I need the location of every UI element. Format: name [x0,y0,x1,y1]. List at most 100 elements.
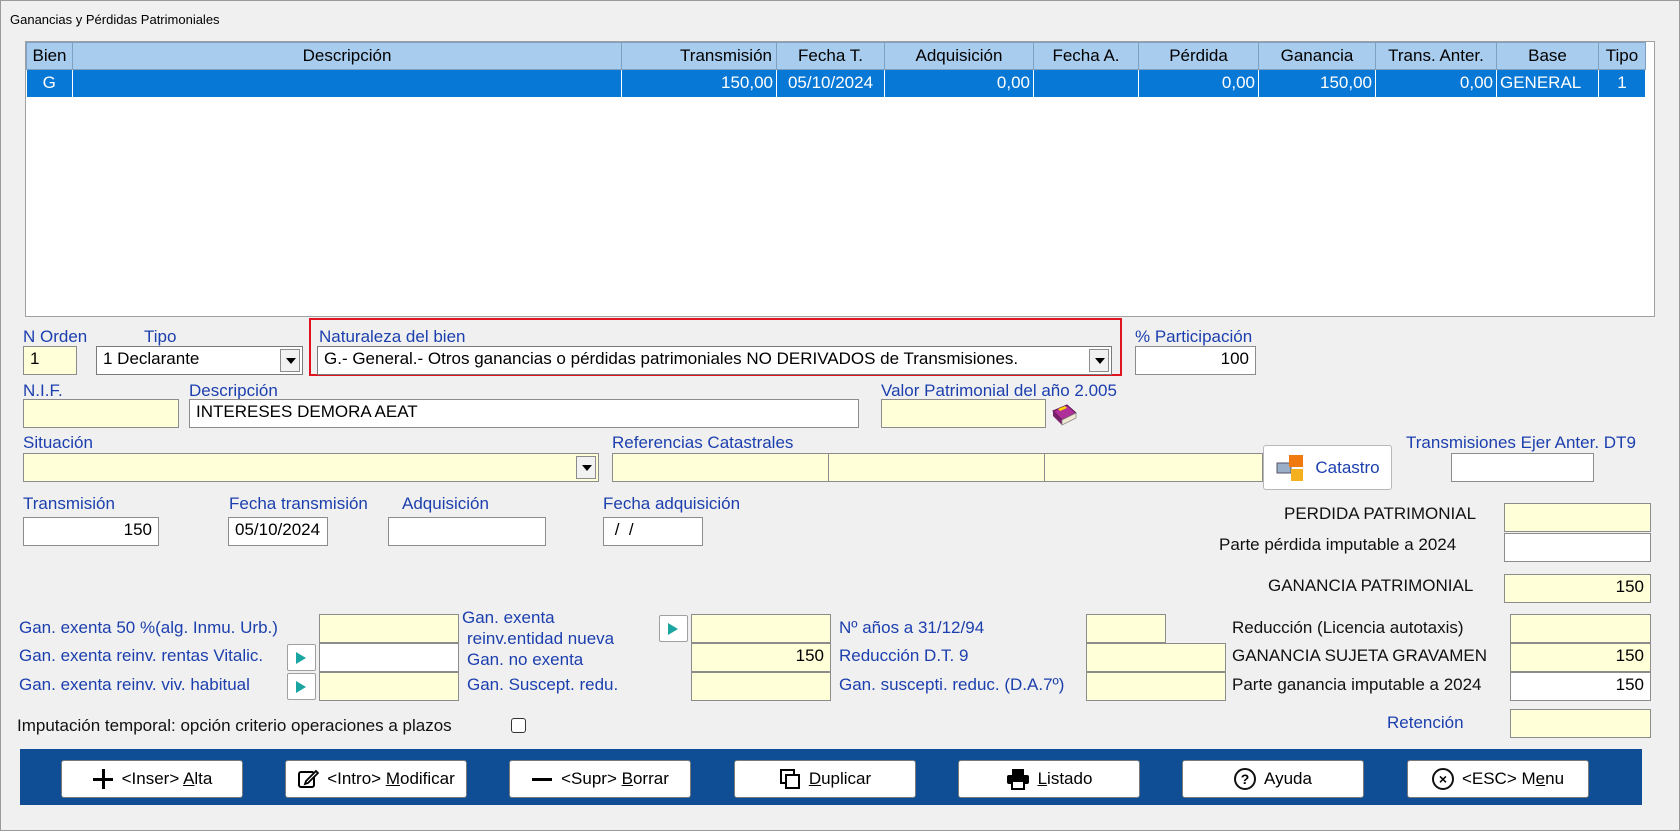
tipo-label: Tipo [144,327,177,346]
col-transmision[interactable]: Transmisión [621,42,777,70]
gan-exenta-viv-label: Gan. exenta reinv. viv. habitual [19,675,250,694]
gan-suscepti-da7-field[interactable] [1086,672,1226,701]
table-row[interactable]: G 150,00 05/10/2024 0,00 0,00 150,00 0,0… [26,69,1646,97]
col-ganancia[interactable]: Ganancia [1258,42,1376,70]
imputacion-checkbox[interactable] [511,718,526,733]
gan-exenta-50-field[interactable] [319,614,459,643]
trans-ejer-field[interactable] [1451,453,1594,482]
gan-exenta-vitalic-field[interactable] [319,643,459,672]
cell-bien: G [26,69,73,97]
menu-button[interactable]: × <ESC> Menu [1407,760,1589,798]
descripcion-label: Descripción [189,381,278,400]
trans-ejer-label: Transmisiones Ejer Anter. DT9 [1406,433,1636,452]
col-descripcion[interactable]: Descripción [72,42,622,70]
window-title: Ganancias y Pérdidas Patrimoniales [10,12,220,27]
gan-suscept-field[interactable] [691,672,831,701]
anos-9412-field[interactable] [1086,614,1166,643]
chevron-down-icon[interactable] [576,456,596,479]
listado-button[interactable]: Listado [958,760,1140,798]
fecha-transmision-label: Fecha transmisión [229,494,368,513]
reduccion-dt9-field[interactable] [1086,643,1226,672]
gan-suscept-label: Gan. Suscept. redu. [467,675,619,694]
n-orden-field[interactable]: 1 [23,346,77,375]
chevron-down-icon[interactable] [280,349,300,372]
naturaleza-select[interactable]: G.- General.- Otros ganancias o pérdidas… [317,346,1112,375]
reduccion-licencia-field[interactable] [1510,614,1651,643]
col-tipo[interactable]: Tipo [1598,42,1646,70]
imputacion-label: Imputación temporal: opción criterio ope… [17,716,452,735]
ref-catastral-1[interactable] [612,453,830,482]
duplicar-button[interactable]: Duplicar [734,760,916,798]
modificar-label: <Intro> Modificar [327,769,455,788]
catastro-label: Catastro [1315,457,1380,477]
close-icon: × [1431,768,1454,790]
grid-header: Bien Descripción Transmisión Fecha T. Ad… [26,42,1646,70]
catastro-icon [1276,454,1304,481]
parte-ganancia-field[interactable]: 150 [1510,672,1651,701]
ayuda-label: Ayuda [1264,769,1312,788]
cell-perdida: 0,00 [1138,69,1259,97]
col-fecha-a[interactable]: Fecha A. [1033,42,1139,70]
printer-icon [1006,769,1029,790]
col-trans-anter[interactable]: Trans. Anter. [1375,42,1497,70]
gan-no-exenta-field[interactable]: 150 [691,643,831,672]
minus-icon [531,768,553,790]
ref-catastral-3[interactable] [1044,453,1263,482]
grid-table: Bien Descripción Transmisión Fecha T. Ad… [26,42,1646,97]
reduccion-licencia-label: Reducción (Licencia autotaxis) [1232,618,1464,637]
col-base[interactable]: Base [1496,42,1599,70]
nif-label: N.I.F. [23,381,63,400]
situacion-select[interactable] [23,453,599,482]
descripcion-field[interactable]: INTERESES DEMORA AEAT [189,399,859,428]
edit-icon [298,769,320,788]
alta-button[interactable]: <Inser> Alta [61,760,243,798]
gan-suscepti-da7-label: Gan. suscepti. reduc. (D.A.7º) [839,675,1065,694]
tipo-select[interactable]: 1 Declarante [96,346,303,375]
nif-field[interactable] [23,399,179,428]
col-perdida[interactable]: Pérdida [1138,42,1259,70]
cell-base: GENERAL [1496,69,1599,97]
ayuda-button[interactable]: ? Ayuda [1182,760,1364,798]
arrow-right-icon[interactable] [659,615,688,642]
gan-no-exenta-label: Gan. no exenta [467,650,584,669]
gan-exenta-entidad-field[interactable] [691,614,831,643]
gains-grid[interactable]: Bien Descripción Transmisión Fecha T. Ad… [25,41,1655,317]
arrow-right-icon[interactable] [287,673,316,700]
tipo-value: 1 Declarante [103,349,200,368]
action-toolbar: <Inser> Alta <Intro> Modificar <Supr> Bo… [20,749,1642,805]
cell-transmision: 150,00 [621,69,777,97]
gan-exenta-vitalic-label: Gan. exenta reinv. rentas Vitalic. [19,646,264,665]
ganancia-patrimonial-field[interactable]: 150 [1504,574,1651,603]
cell-fecha-a [1033,69,1139,97]
perdida-patrimonial-field[interactable] [1504,503,1651,532]
gan-exenta-50-label: Gan. exenta 50 %(alg. Inmu. Urb.) [19,618,278,637]
valor-patrimonial-field[interactable] [881,399,1046,428]
gan-exenta-viv-field[interactable] [319,672,459,701]
naturaleza-label: Naturaleza del bien [319,327,466,346]
valor-patrimonial-label: Valor Patrimonial del año 2.005 [881,381,1117,400]
participacion-label: % Participación [1135,327,1253,346]
modificar-button[interactable]: <Intro> Modificar [285,760,467,798]
participacion-field[interactable]: 100 [1135,346,1256,375]
col-adquisicion[interactable]: Adquisición [884,42,1034,70]
catastro-button[interactable]: Catastro [1263,445,1392,490]
transmision-field[interactable]: 150 [23,517,159,546]
adquisicion-label: Adquisición [402,494,489,513]
fecha-adquisicion-field[interactable]: / / [603,517,703,546]
retencion-field[interactable] [1510,709,1651,738]
chevron-down-icon[interactable] [1089,349,1109,372]
fecha-transmision-field[interactable]: 05/10/2024 [228,517,328,546]
col-fecha-t[interactable]: Fecha T. [776,42,885,70]
adquisicion-field[interactable] [388,517,546,546]
parte-perdida-field[interactable] [1504,533,1651,562]
ganancia-sujeta-field[interactable]: 150 [1510,643,1651,672]
borrar-button[interactable]: <Supr> Borrar [509,760,691,798]
ref-catastral-2[interactable] [828,453,1046,482]
cell-fecha-t: 05/10/2024 [776,69,885,97]
book-icon[interactable] [1049,401,1079,428]
retencion-label: Retención [1387,713,1464,732]
col-bien[interactable]: Bien [26,42,73,70]
anos-9412-label: Nº años a 31/12/94 [839,618,985,637]
parte-perdida-label: Parte pérdida imputable a 2024 [1219,535,1457,554]
arrow-right-icon[interactable] [287,644,316,671]
